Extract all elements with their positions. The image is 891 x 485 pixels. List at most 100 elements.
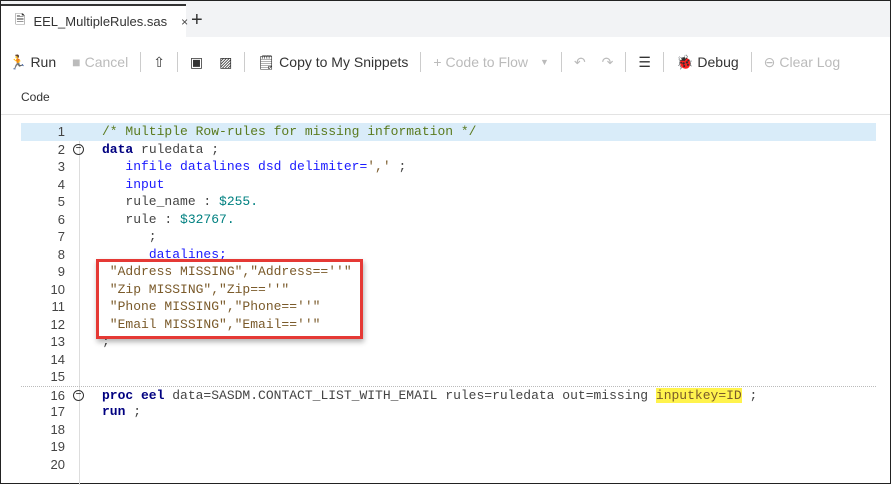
code-line[interactable]: 16− proc eel data=SASDM.CONTACT_LIST_WITH…: [21, 385, 876, 405]
code-token: /* Multiple Row-rules for missing inform…: [102, 124, 477, 139]
plus-icon: +: [433, 54, 442, 70]
save-button[interactable]: ▣: [182, 54, 211, 71]
line-number: 4: [57, 176, 65, 192]
save-icon: ▣: [189, 53, 204, 70]
code-text: input: [102, 176, 164, 194]
highlighted-token: inputkey=ID: [655, 387, 742, 403]
divider: [560, 52, 562, 72]
code-line[interactable]: 6 rule : $32767.: [21, 211, 876, 229]
code-line[interactable]: 7 ;: [21, 228, 876, 246]
line-number: 16: [50, 387, 65, 403]
upload-button[interactable]: ⇧: [145, 54, 173, 71]
tab-title: EEL_MultipleRules.sas: [33, 14, 168, 29]
code-line[interactable]: 4 input: [21, 176, 876, 194]
code-text: data ruledata ;: [102, 141, 219, 159]
code-token: infile datalines dsd delimiter=: [125, 159, 368, 174]
line-number: 3: [57, 159, 65, 174]
line-number: 2: [57, 141, 65, 157]
tab-bar: 🗎 EEL_MultipleRules.sas × +: [1, 1, 890, 37]
run-label: Run: [30, 54, 57, 70]
line-number: 7: [57, 229, 65, 244]
line-number: 9: [57, 264, 65, 279]
code-line[interactable]: 19: [21, 438, 876, 456]
divider: [176, 52, 178, 72]
clear-log-button[interactable]: ⊖ Clear Log: [756, 54, 848, 71]
code-token: run: [102, 404, 126, 419]
divider: [750, 52, 752, 72]
run-icon: 🏃: [9, 53, 27, 70]
code-token: ;: [102, 229, 157, 244]
code-line[interactable]: 18: [21, 421, 876, 439]
clear-log-icon: ⊖: [763, 53, 776, 70]
divider: [1, 114, 890, 115]
line-number: 1: [57, 124, 65, 139]
debug-label: Debug: [697, 54, 739, 70]
tab-eel-multiplerules[interactable]: 🗎 EEL_MultipleRules.sas ×: [1, 4, 188, 37]
toolbar: 🏃 Run ■ Cancel ⇧ ▣ ▨ 🗒 Copy to My Snippets …: [1, 47, 890, 77]
line-number: 13: [50, 334, 65, 349]
code-text: proc eel data=SASDM.CONTACT_LIST_WITH_EM…: [102, 387, 757, 405]
bug-icon: 🐞: [675, 53, 694, 70]
save-as-icon: ▨: [219, 53, 233, 70]
chevron-down-icon: ▼: [540, 57, 549, 67]
code-text: rule_name : $255.: [102, 193, 258, 211]
code-line[interactable]: 1 /* Multiple Row-rules for missing infor…: [21, 123, 876, 141]
code-token: input: [125, 176, 165, 192]
code-token: rule_name :: [102, 194, 220, 209]
redo-button[interactable]: ↷: [594, 54, 622, 71]
code-token: $255.: [219, 194, 259, 209]
line-number: 15: [50, 369, 65, 384]
code-token: ;: [741, 387, 758, 403]
cancel-button[interactable]: ■ Cancel: [64, 54, 136, 70]
undo-button[interactable]: ↶: [566, 54, 594, 71]
fold-toggle-icon[interactable]: −: [73, 389, 84, 401]
run-button[interactable]: 🏃 Run: [1, 54, 64, 71]
save-as-button[interactable]: ▨: [211, 54, 240, 71]
code-line[interactable]: 5 rule_name : $255.: [21, 193, 876, 211]
code-text: infile datalines dsd delimiter=',' ;: [102, 158, 406, 176]
code-token: ;: [390, 159, 407, 174]
debug-button[interactable]: 🐞 Debug: [668, 54, 747, 71]
format-icon: ☰: [638, 53, 651, 70]
line-number: 20: [50, 456, 65, 472]
line-number: 10: [50, 281, 65, 297]
code-line[interactable]: 17 run ;: [21, 403, 876, 421]
code-text: rule : $32767.: [102, 211, 234, 229]
cancel-label: Cancel: [84, 54, 129, 70]
snippet-icon: 🗒: [257, 53, 276, 70]
close-tab-icon[interactable]: ×: [181, 15, 188, 29]
divider: [625, 52, 627, 72]
divider: [140, 52, 142, 72]
code-line[interactable]: 3 infile datalines dsd delimiter=',' ;: [21, 158, 876, 176]
line-number: 5: [57, 194, 65, 209]
line-number: 8: [57, 246, 65, 262]
code-token: proc eel: [102, 387, 165, 403]
divider: [662, 52, 664, 72]
new-tab-button[interactable]: +: [191, 9, 203, 32]
code-line[interactable]: 2− data ruledata ;: [21, 141, 876, 159]
highlight-annotation-box: [96, 259, 363, 339]
code-line[interactable]: 14: [21, 351, 876, 369]
code-token: rule :: [102, 211, 181, 227]
line-number: 18: [50, 421, 65, 437]
copy-to-snippets-button[interactable]: 🗒 Copy to My Snippets: [249, 54, 416, 71]
line-number: 17: [50, 404, 65, 419]
code-line[interactable]: 15: [21, 368, 876, 386]
stop-icon: ■: [72, 54, 81, 70]
code-text: /* Multiple Row-rules for missing inform…: [102, 123, 476, 141]
code-to-flow-button[interactable]: + Code to Flow ▼: [425, 54, 557, 70]
tab-code[interactable]: Code: [21, 90, 50, 104]
code-token: ;: [125, 404, 142, 419]
line-number: 12: [50, 316, 65, 332]
redo-icon: ↷: [601, 53, 614, 70]
fold-toggle-icon[interactable]: −: [73, 143, 84, 155]
code-token: data: [102, 141, 134, 157]
code-text: ;: [102, 228, 157, 246]
code-token: ',': [367, 159, 391, 174]
code-line[interactable]: 20: [21, 456, 876, 474]
format-code-button[interactable]: ☰: [630, 54, 659, 71]
undo-icon: ↶: [573, 53, 586, 70]
upload-icon: ⇧: [153, 53, 165, 70]
